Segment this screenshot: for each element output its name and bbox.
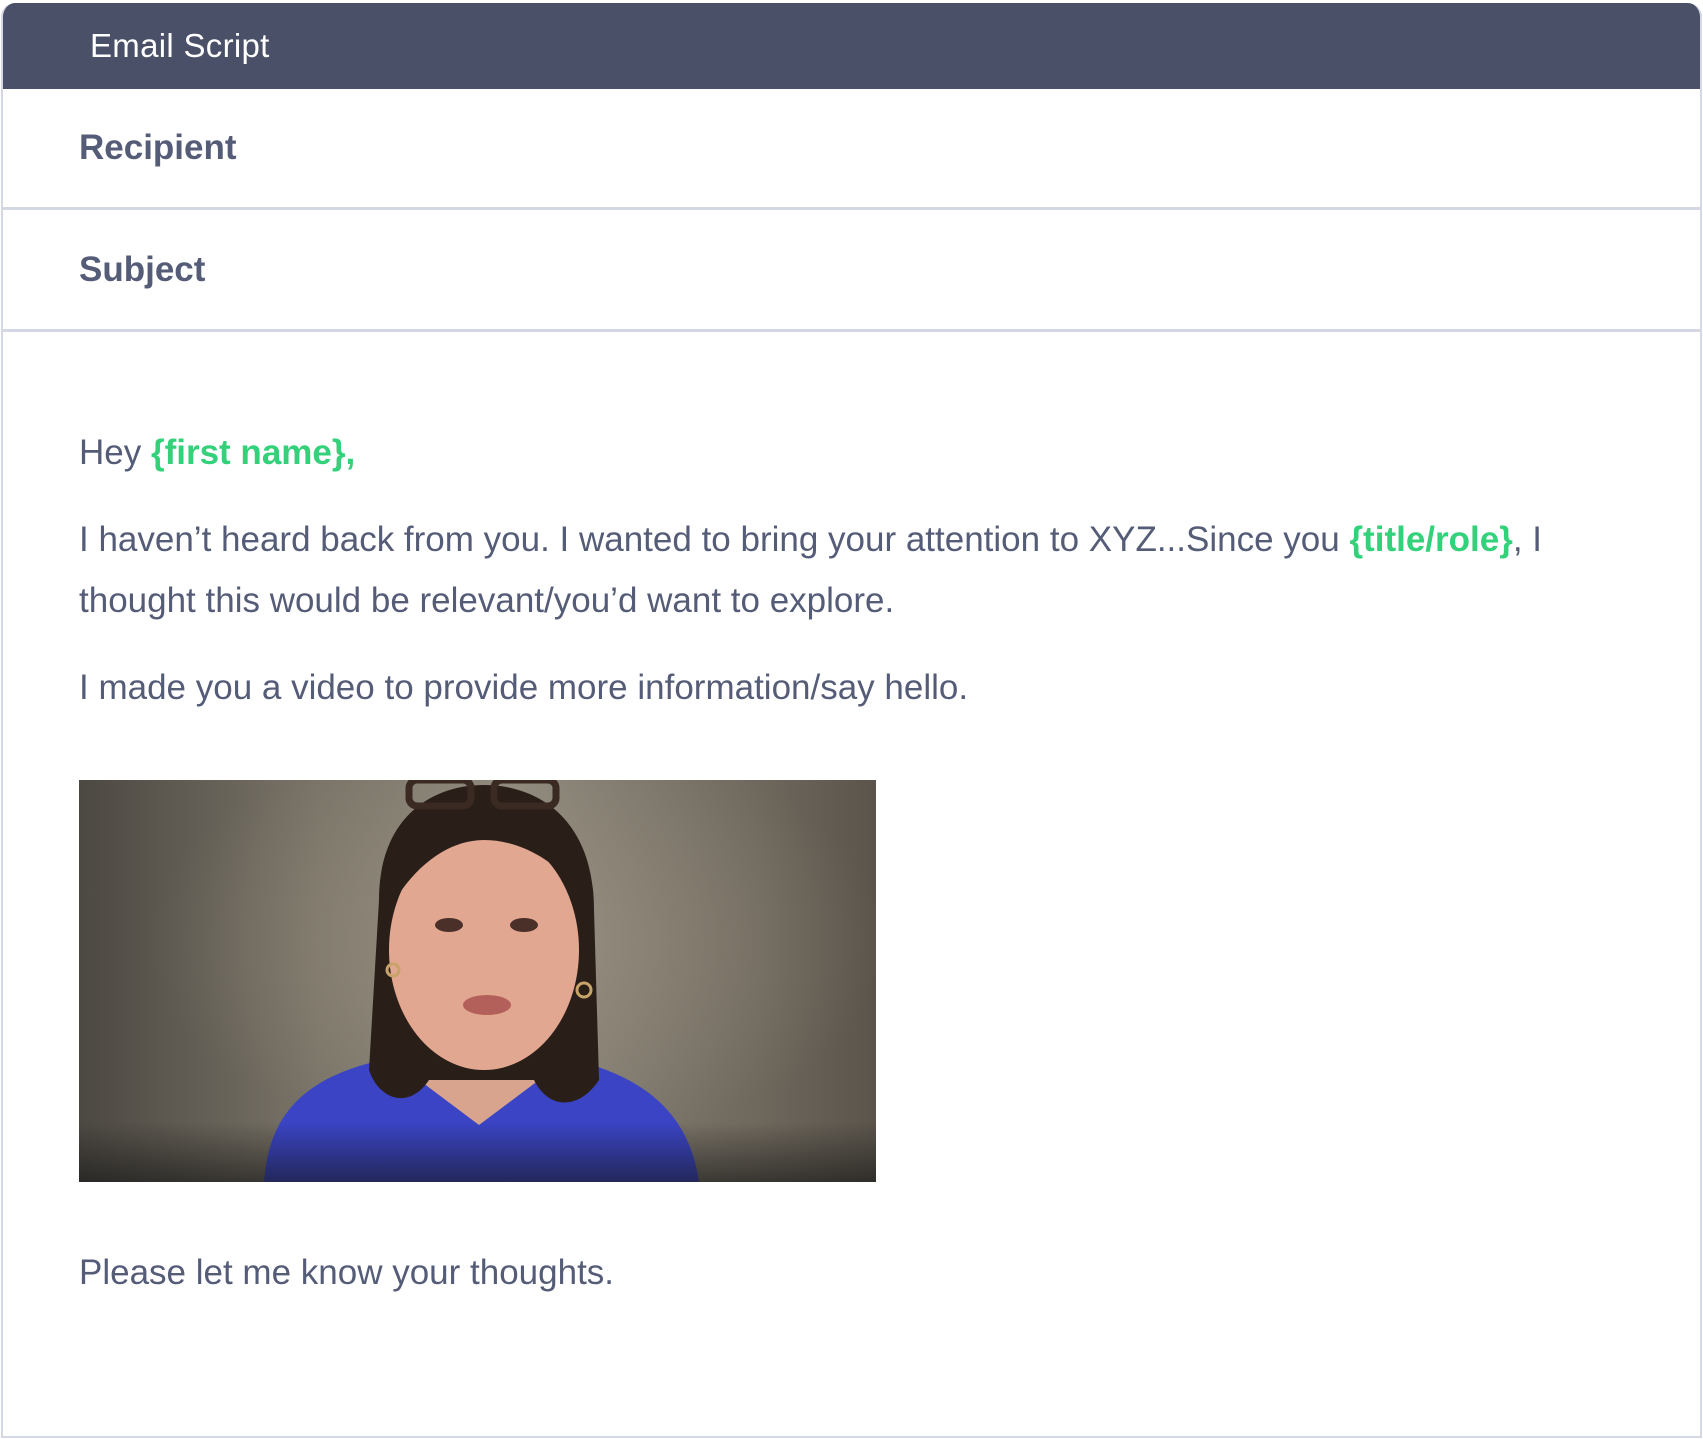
greeting-prefix: Hey: [79, 433, 151, 472]
video-bottom-gradient: [79, 1122, 876, 1182]
subject-field[interactable]: Subject: [3, 210, 1700, 332]
greeting-suffix: ,: [345, 433, 356, 472]
email-body[interactable]: Hey {first name}, I haven’t heard back f…: [3, 422, 1700, 1303]
title-role-variable: {title/role}: [1349, 520, 1513, 559]
closing-line: Please let me know your thoughts.: [79, 1253, 615, 1292]
main-paragraph: I haven’t heard back from you. I wanted …: [79, 509, 1590, 631]
greeting-line: Hey {first name},: [79, 422, 1590, 483]
first-name-variable: {first name}: [150, 433, 346, 472]
main-text-1: I haven’t heard back from you. I wanted …: [79, 520, 1350, 559]
card-header: Email Script: [3, 3, 1700, 89]
subject-label: Subject: [79, 249, 206, 289]
recipient-field[interactable]: Recipient: [3, 89, 1700, 210]
email-script-card: Email Script Recipient Subject Hey {firs…: [1, 3, 1702, 1438]
recipient-label: Recipient: [79, 128, 237, 167]
video-intro-line: I made you a video to provide more infor…: [79, 668, 969, 707]
video-thumbnail[interactable]: [79, 780, 876, 1182]
header-title: Email Script: [90, 27, 270, 64]
